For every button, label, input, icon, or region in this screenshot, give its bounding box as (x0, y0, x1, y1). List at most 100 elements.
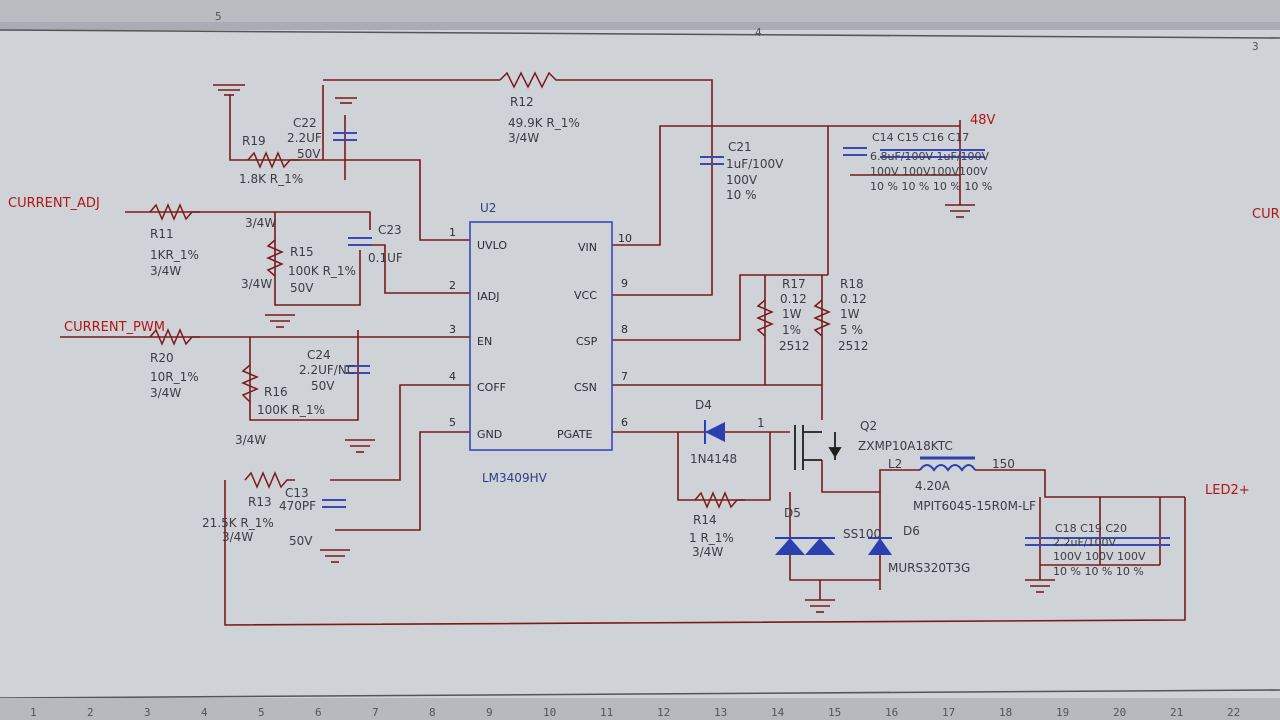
net-label-48v: 48V (970, 113, 996, 128)
c24-volt: 50V (311, 379, 335, 393)
ic-pin-name: VCC (574, 289, 597, 302)
d4-part: 1N4148 (690, 452, 737, 466)
ic-pin-number: 9 (621, 277, 628, 290)
ruler-number: 20 (1113, 706, 1126, 719)
ruler-number: 17 (942, 706, 955, 719)
r15-volt: 50V (290, 281, 314, 295)
c23-ref: C23 (378, 223, 402, 237)
ruler-number: 7 (372, 706, 379, 719)
c24-ref: C24 (307, 348, 331, 362)
c22-value: 2.2UF (287, 131, 322, 145)
c21-value: 1uF/100V (726, 157, 784, 171)
ic-pin-number: 7 (621, 370, 628, 383)
zone-label: 4 (755, 26, 762, 39)
r18-value: 0.12 (840, 292, 867, 306)
ruler-number: 3 (144, 706, 151, 719)
c18-c20-refs: C18 C19 C20 (1055, 522, 1127, 535)
r20-power: 3/4W (150, 386, 181, 400)
ic-pin-number: 10 (618, 232, 632, 245)
q2-part: ZXMP10A18KTC (858, 439, 953, 453)
d6-ref: D6 (903, 524, 920, 538)
r20-value: 10R_1% (150, 370, 199, 384)
ic-pin-name: CSP (576, 335, 598, 348)
ic-pin-number: 4 (449, 370, 456, 383)
l2-value: 4.20A (915, 479, 951, 493)
r17-pkg: 2512 (779, 339, 810, 353)
c18-c20-volt: 100V 100V 100V (1053, 550, 1146, 563)
r18-pkg: 2512 (838, 339, 869, 353)
ruler-number: 2 (87, 706, 94, 719)
r18-tol: 5 % (840, 323, 863, 337)
d5-part: SS100 (843, 527, 881, 541)
c14-c17-value: 6.8uF/100V 1uF/100V (870, 150, 990, 163)
r14-value: 1 R_1% (689, 531, 734, 545)
net-label-current-adj: CURRENT_ADJ (8, 196, 100, 211)
ruler-number: 15 (828, 706, 841, 719)
ruler-number: 22 (1227, 706, 1240, 719)
c21-tol: 10 % (726, 188, 757, 202)
ruler-number: 1 (30, 706, 37, 719)
c14-c17-refs: C14 C15 C16 C17 (872, 131, 969, 144)
ic-pin-number: 2 (449, 279, 456, 292)
ruler-number: 6 (315, 706, 322, 719)
ic-pin-number: 5 (449, 416, 456, 429)
net-label-offsheet: CUR (1252, 207, 1280, 222)
r17-ref: R17 (782, 277, 806, 291)
q2-ref: Q2 (860, 419, 877, 433)
c18-c20-tol: 10 % 10 % 10 % (1053, 565, 1144, 578)
ruler-number: 16 (885, 706, 898, 719)
ic-pin-name: PGATE (557, 428, 593, 441)
r15-ref: R15 (290, 245, 314, 259)
r15-power: 3/4W (241, 277, 272, 291)
r15-value: 100K R_1% (288, 264, 356, 278)
r14-ref: R14 (693, 513, 717, 527)
r16-ref: R16 (264, 385, 288, 399)
r17-tol: 1% (782, 323, 801, 337)
ic-pin-name: CSN (574, 381, 597, 394)
ic-pin-number: 8 (621, 323, 628, 336)
r17-power: 1W (782, 307, 802, 321)
r16-power: 3/4W (235, 433, 266, 447)
r13-power: 3/4W (222, 530, 253, 544)
c22-volt: 50V (297, 147, 321, 161)
ruler-number: 13 (714, 706, 727, 719)
c21-volt: 100V (726, 173, 758, 187)
c24-value: 2.2UF/NC (299, 363, 355, 377)
r19-ref: R19 (242, 134, 266, 148)
r20-ref: R20 (150, 351, 174, 365)
r12-power: 3/4W (508, 131, 539, 145)
r11-value: 1KR_1% (150, 248, 199, 262)
l2-ref: L2 (888, 457, 902, 471)
r19-value: 1.8K R_1% (239, 172, 303, 186)
ic-pin-number: 6 (621, 416, 628, 429)
r11-ref: R11 (150, 227, 174, 241)
r11-power-top: 3/4W (245, 216, 276, 230)
c13-ref: C13 (285, 486, 309, 500)
ruler-number: 10 (543, 706, 556, 719)
ruler-number: 19 (1056, 706, 1069, 719)
ruler-number: 11 (600, 706, 613, 719)
net-label-current-pwm: CURRENT_PWM (64, 320, 165, 335)
c13-volt: 50V (289, 534, 313, 548)
ruler-number: 8 (429, 706, 436, 719)
r18-ref: R18 (840, 277, 864, 291)
ic-pin-number: 3 (449, 323, 456, 336)
c21-ref: C21 (728, 140, 752, 154)
ic-pin-name: IADJ (477, 290, 499, 303)
r14-power: 3/4W (692, 545, 723, 559)
d4-ref: D4 (695, 398, 712, 412)
net-label-led: LED2+ (1205, 483, 1250, 498)
r12-ref: R12 (510, 95, 534, 109)
zone-label: 5 (215, 10, 222, 23)
c14-c17-tol: 10 % 10 % 10 % 10 % (870, 180, 992, 193)
r17-value: 0.12 (780, 292, 807, 306)
ic-pin-name: GND (477, 428, 502, 441)
ruler-number: 5 (258, 706, 265, 719)
ic-pin-name: UVLO (477, 239, 507, 252)
r13-ref: R13 (248, 495, 272, 509)
ic-pin-number: 1 (449, 226, 456, 239)
l2-part: MPIT6045-15R0M-LF (913, 499, 1036, 513)
r12-value: 49.9K R_1% (508, 116, 580, 130)
d5-ref: D5 (784, 506, 801, 520)
c23-value: 0.1UF (368, 251, 403, 265)
